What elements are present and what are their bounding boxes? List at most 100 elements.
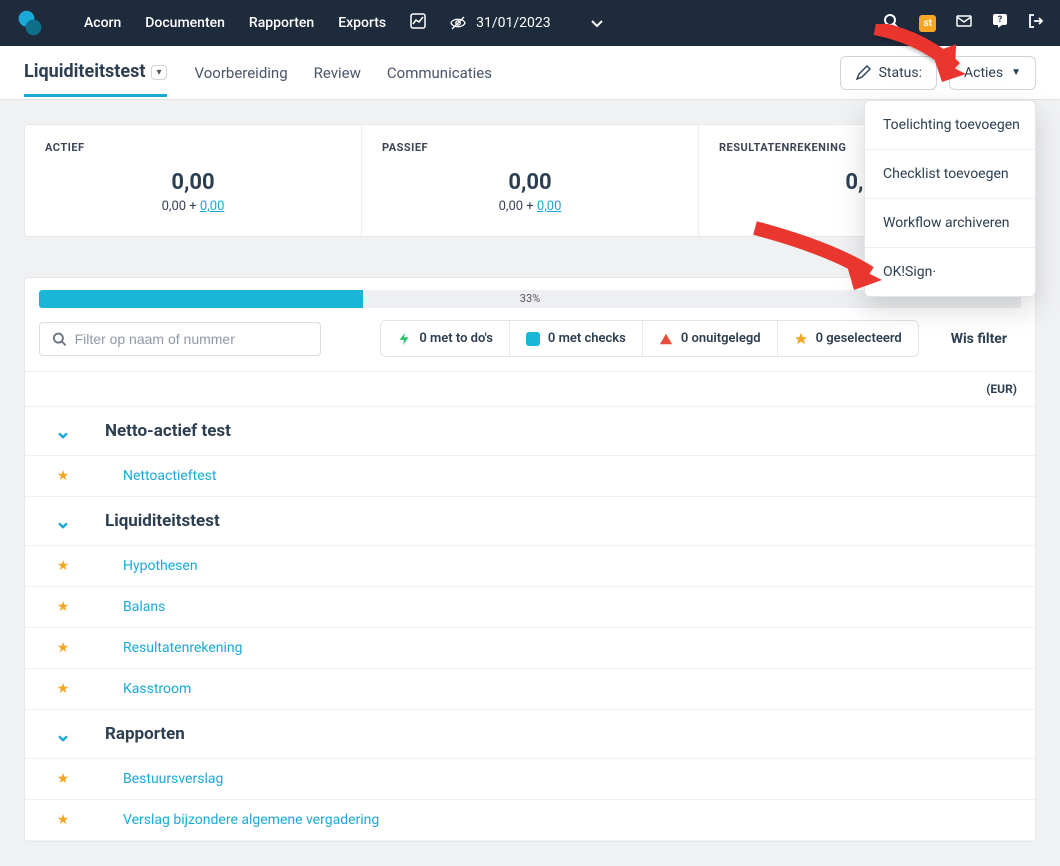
chevron-down-icon [589,15,605,31]
sub-header: Liquiditeitstest ▾ Voorbereiding Review … [0,46,1060,100]
chart-icon[interactable] [410,13,426,33]
star-icon[interactable]: ★ [57,771,70,787]
nav-item-documenten[interactable]: Documenten [145,15,225,31]
dd-oksign[interactable]: OK!Sign· [865,248,1035,296]
item-link[interactable]: Hypothesen [123,558,198,574]
item-link[interactable]: Nettoactieftest [123,468,216,484]
item-row: ★ Kasstroom [25,669,1035,710]
help-icon[interactable]: ? [992,13,1008,33]
chevron-down-icon[interactable]: ⌄ [55,509,72,533]
subheader-right: Status: Acties ▼ [840,56,1036,90]
summary-passief[interactable]: PASSIEF 0,00 0,00 + 0,00 [362,125,699,236]
star-icon[interactable]: ★ [57,558,70,574]
star-icon[interactable]: ★ [57,812,70,828]
summary-sub-prefix: 0,00 + [162,199,200,214]
item-row: ★ Resultatenrekening [25,628,1035,669]
summary-sub: 0,00 + 0,00 [382,199,678,214]
clear-filter[interactable]: Wis filter [933,331,1021,347]
category-row: ⌄ Netto-actief test [25,407,1035,456]
category-title: Liquiditeitstest [105,511,220,531]
page-title-wrap: Liquiditeitstest ▾ [24,49,167,97]
search-icon[interactable] [883,13,899,33]
item-row: ★ Balans [25,587,1035,628]
star-icon[interactable]: ★ [57,681,70,697]
summary-label: PASSIEF [382,141,678,154]
dd-checklist[interactable]: Checklist toevoegen [865,150,1035,199]
item-link[interactable]: Verslag bijzondere algemene vergadering [123,812,379,828]
summary-actief[interactable]: ACTIEF 0,00 0,00 + 0,00 [25,125,362,236]
period-date: 31/01/2023 [476,15,551,31]
search-input-wrap[interactable] [39,322,321,356]
item-row: ★ Nettoactieftest [25,456,1035,497]
actions-dropdown: Toelichting toevoegen Checklist toevoege… [864,100,1036,297]
logout-icon[interactable] [1028,13,1044,33]
eye-icon [450,15,466,31]
item-row: ★ Hypothesen [25,546,1035,587]
triangle-icon [659,332,673,346]
nav-left: Acorn Documenten Rapporten Exports 31/01… [84,13,605,33]
caret-down-icon: ▼ [1011,67,1021,78]
user-badge[interactable]: st [919,15,936,32]
brand-logo[interactable] [16,9,44,37]
chip-label: 0 met to do's [419,331,493,346]
summary-sub-link[interactable]: 0,00 [200,199,224,214]
chip-selected[interactable]: 0 geselecteerd [778,321,918,356]
search-input[interactable] [75,331,308,347]
list-panel: 33% 0 met to do's 0 met checks 0 onuitge… [24,277,1036,842]
category-title: Rapporten [105,724,185,744]
star-icon[interactable]: ★ [57,468,70,484]
item-link[interactable]: Balans [123,599,165,615]
currency-header: (EUR) [25,371,1035,407]
chevron-down-icon[interactable]: ⌄ [55,419,72,443]
item-row: ★ Bestuursverslag [25,759,1035,800]
square-icon [526,332,540,346]
nav-item-rapporten[interactable]: Rapporten [249,15,314,31]
dd-archiveren[interactable]: Workflow archiveren [865,199,1035,248]
nav-right: st ? [883,13,1044,33]
item-link[interactable]: Resultatenrekening [123,640,242,656]
chip-label: 0 onuitgelegd [681,331,761,346]
tab-communicaties[interactable]: Communicaties [387,64,492,82]
chip-checks[interactable]: 0 met checks [510,321,643,356]
summary-sub: 0,00 + 0,00 [45,199,341,214]
nav-item-exports[interactable]: Exports [338,15,386,31]
page-title: Liquiditeitstest [24,61,145,85]
category-row: ⌄ Rapporten [25,710,1035,759]
pencil-icon [855,65,871,81]
filter-row: 0 met to do's 0 met checks 0 onuitgelegd… [25,310,1035,371]
summary-sub-link[interactable]: 0,00 [537,199,561,214]
chip-label: 0 geselecteerd [816,331,902,346]
progress-fill [39,290,363,308]
filter-chips: 0 met to do's 0 met checks 0 onuitgelegd… [380,320,918,357]
summary-sub-prefix: 0,00 + [499,199,537,214]
actions-button[interactable]: Acties ▼ [949,56,1036,90]
svg-text:?: ? [998,15,1003,25]
progress-label: 33% [520,292,540,305]
chip-unexplained[interactable]: 0 onuitgelegd [643,321,778,356]
actions-label: Acties [964,65,1003,81]
tab-voorbereiding[interactable]: Voorbereiding [195,64,288,82]
status-label: Status: [879,65,922,81]
item-row: ★ Verslag bijzondere algemene vergadering [25,800,1035,841]
mail-icon[interactable] [956,13,972,33]
item-link[interactable]: Bestuursverslag [123,771,223,787]
dd-toelichting[interactable]: Toelichting toevoegen [865,101,1035,150]
tab-review[interactable]: Review [314,64,361,82]
chevron-down-icon[interactable]: ⌄ [55,722,72,746]
star-icon[interactable]: ★ [57,599,70,615]
bolt-icon [397,332,411,346]
chip-todos[interactable]: 0 met to do's [381,321,510,356]
summary-label: ACTIEF [45,141,341,154]
item-link[interactable]: Kasstroom [123,681,191,697]
star-icon[interactable]: ★ [57,640,70,656]
period-selector[interactable]: 31/01/2023 [450,15,605,31]
tree-list: ⌄ Netto-actief test ★ Nettoactieftest ⌄ Liqui… [25,407,1035,841]
star-icon [794,332,808,346]
nav-item-acorn[interactable]: Acorn [84,15,121,31]
page-title-dropdown[interactable]: ▾ [151,65,166,80]
category-title: Netto-actief test [105,421,231,441]
chip-label: 0 met checks [548,331,626,346]
status-button[interactable]: Status: [840,56,937,90]
category-row: ⌄ Liquiditeitstest [25,497,1035,546]
top-navbar: Acorn Documenten Rapporten Exports 31/01… [0,0,1060,46]
